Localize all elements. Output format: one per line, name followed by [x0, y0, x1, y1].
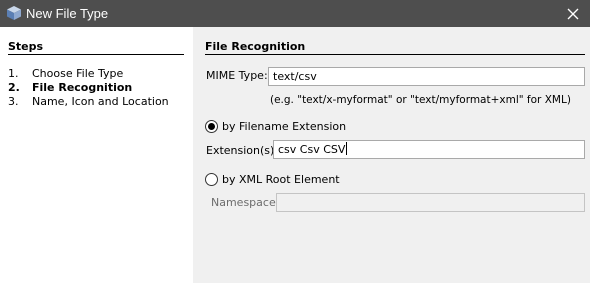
mime-type-hint: (e.g. "text/x-myformat" or "text/myforma… — [270, 94, 571, 106]
panel-heading: File Recognition — [205, 40, 306, 53]
namespace-input[interactable] — [276, 193, 585, 212]
filename-extension-label: by Filename Extension — [222, 120, 347, 133]
xml-root-element-label: by XML Root Element — [222, 173, 340, 186]
step-name-icon-location: 3. Name, Icon and Location — [8, 95, 169, 108]
steps-heading: Steps — [8, 40, 44, 53]
mime-type-label: MIME Type: — [206, 69, 268, 82]
radio-selected-dot — [208, 123, 215, 130]
steps-divider — [8, 54, 184, 55]
file-recognition-panel: File Recognition MIME Type: text/csv (e.… — [193, 27, 590, 283]
extensions-input[interactable]: csv Csv CSV — [273, 140, 585, 159]
steps-panel: Steps 1. Choose File Type 2. File Recognit… — [0, 27, 193, 283]
panel-divider — [205, 54, 585, 55]
mime-type-input[interactable]: text/csv — [268, 67, 585, 86]
namespace-label: Namespace: — [211, 196, 280, 209]
step-choose-file-type: 1. Choose File Type — [8, 67, 123, 80]
filename-extension-radio[interactable] — [205, 120, 218, 133]
mime-type-value: text/csv — [273, 70, 317, 83]
step-number: 1. — [8, 67, 19, 80]
step-label: Name, Icon and Location — [32, 95, 169, 108]
xml-root-element-radio[interactable] — [205, 173, 218, 186]
extensions-value: csv Csv CSV — [278, 143, 346, 156]
xml-root-element-option[interactable]: by XML Root Element — [205, 173, 340, 186]
extensions-label: Extension(s): — [206, 144, 279, 157]
close-button[interactable] — [556, 0, 590, 27]
step-number: 2. — [8, 81, 20, 94]
step-number: 3. — [8, 95, 19, 108]
step-label: Choose File Type — [32, 67, 124, 80]
title-bar: New File Type — [0, 0, 590, 27]
window-title: New File Type — [26, 6, 109, 21]
filename-extension-option[interactable]: by Filename Extension — [205, 120, 346, 133]
step-file-recognition: 2. File Recognition — [8, 81, 132, 94]
text-caret — [346, 142, 348, 155]
step-label: File Recognition — [32, 81, 133, 94]
cube-icon — [7, 6, 21, 20]
close-icon — [567, 8, 579, 19]
